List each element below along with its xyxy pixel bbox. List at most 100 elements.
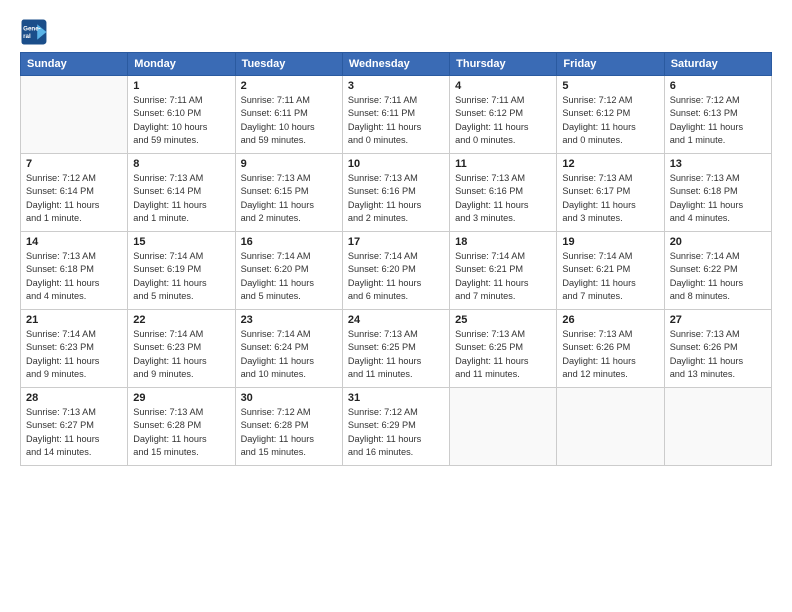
- day-info: Sunrise: 7:11 AMSunset: 6:11 PMDaylight:…: [241, 94, 337, 147]
- calendar-cell: 7 Sunrise: 7:12 AMSunset: 6:14 PMDaylight…: [21, 154, 128, 232]
- day-info: Sunrise: 7:13 AMSunset: 6:26 PMDaylight:…: [562, 328, 658, 381]
- day-info: Sunrise: 7:13 AMSunset: 6:28 PMDaylight:…: [133, 406, 229, 459]
- calendar-cell: 28 Sunrise: 7:13 AMSunset: 6:27 PMDayligh…: [21, 388, 128, 466]
- header: Gene- ral: [20, 18, 772, 46]
- day-number: 8: [133, 158, 229, 170]
- day-number: 24: [348, 314, 444, 326]
- calendar-week-row: 28 Sunrise: 7:13 AMSunset: 6:27 PMDayligh…: [21, 388, 772, 466]
- calendar-header-row: SundayMondayTuesdayWednesdayThursdayFrid…: [21, 53, 772, 76]
- day-info: Sunrise: 7:11 AMSunset: 6:12 PMDaylight:…: [455, 94, 551, 147]
- day-info: Sunrise: 7:13 AMSunset: 6:17 PMDaylight:…: [562, 172, 658, 225]
- calendar-header-saturday: Saturday: [664, 53, 771, 76]
- calendar-cell: 3 Sunrise: 7:11 AMSunset: 6:11 PMDaylight…: [342, 76, 449, 154]
- svg-text:Gene-: Gene-: [23, 25, 41, 32]
- page: Gene- ral SundayMondayTuesdayWednesdayTh…: [0, 0, 792, 612]
- day-number: 23: [241, 314, 337, 326]
- day-number: 16: [241, 236, 337, 248]
- day-number: 5: [562, 80, 658, 92]
- day-info: Sunrise: 7:13 AMSunset: 6:18 PMDaylight:…: [26, 250, 122, 303]
- calendar-cell: [21, 76, 128, 154]
- calendar-cell: 14 Sunrise: 7:13 AMSunset: 6:18 PMDayligh…: [21, 232, 128, 310]
- day-info: Sunrise: 7:13 AMSunset: 6:26 PMDaylight:…: [670, 328, 766, 381]
- logo: Gene- ral: [20, 18, 52, 46]
- calendar-cell: 20 Sunrise: 7:14 AMSunset: 6:22 PMDayligh…: [664, 232, 771, 310]
- calendar-cell: 10Sunrise: 7:13 AMSunset: 6:16 PMDayligh…: [342, 154, 449, 232]
- calendar-header-sunday: Sunday: [21, 53, 128, 76]
- day-info: Sunrise: 7:14 AMSunset: 6:19 PMDaylight:…: [133, 250, 229, 303]
- calendar-cell: 19 Sunrise: 7:14 AMSunset: 6:21 PMDayligh…: [557, 232, 664, 310]
- day-number: 2: [241, 80, 337, 92]
- day-info: Sunrise: 7:12 AMSunset: 6:13 PMDaylight:…: [670, 94, 766, 147]
- day-info: Sunrise: 7:14 AMSunset: 6:22 PMDaylight:…: [670, 250, 766, 303]
- day-number: 25: [455, 314, 551, 326]
- day-info: Sunrise: 7:14 AMSunset: 6:20 PMDaylight:…: [348, 250, 444, 303]
- day-number: 28: [26, 392, 122, 404]
- calendar-cell: 26 Sunrise: 7:13 AMSunset: 6:26 PMDayligh…: [557, 310, 664, 388]
- day-info: Sunrise: 7:11 AMSunset: 6:10 PMDaylight:…: [133, 94, 229, 147]
- calendar-cell: 21 Sunrise: 7:14 AMSunset: 6:23 PMDayligh…: [21, 310, 128, 388]
- day-number: 18: [455, 236, 551, 248]
- day-number: 15: [133, 236, 229, 248]
- calendar-header-monday: Monday: [128, 53, 235, 76]
- day-number: 22: [133, 314, 229, 326]
- day-info: Sunrise: 7:12 AMSunset: 6:28 PMDaylight:…: [241, 406, 337, 459]
- day-info: Sunrise: 7:14 AMSunset: 6:20 PMDaylight:…: [241, 250, 337, 303]
- calendar-week-row: 7 Sunrise: 7:12 AMSunset: 6:14 PMDaylight…: [21, 154, 772, 232]
- day-info: Sunrise: 7:13 AMSunset: 6:15 PMDaylight:…: [241, 172, 337, 225]
- day-info: Sunrise: 7:14 AMSunset: 6:24 PMDaylight:…: [241, 328, 337, 381]
- calendar-header-tuesday: Tuesday: [235, 53, 342, 76]
- day-number: 20: [670, 236, 766, 248]
- day-number: 30: [241, 392, 337, 404]
- calendar-cell: 17Sunrise: 7:14 AMSunset: 6:20 PMDayligh…: [342, 232, 449, 310]
- day-info: Sunrise: 7:13 AMSunset: 6:27 PMDaylight:…: [26, 406, 122, 459]
- calendar-cell: 24 Sunrise: 7:13 AMSunset: 6:25 PMDayligh…: [342, 310, 449, 388]
- calendar-cell: 23 Sunrise: 7:14 AMSunset: 6:24 PMDayligh…: [235, 310, 342, 388]
- day-number: 26: [562, 314, 658, 326]
- calendar-cell: 5Sunrise: 7:12 AMSunset: 6:12 PMDaylight…: [557, 76, 664, 154]
- svg-text:ral: ral: [23, 33, 31, 40]
- day-number: 3: [348, 80, 444, 92]
- day-number: 21: [26, 314, 122, 326]
- day-number: 12: [562, 158, 658, 170]
- calendar-cell: 1Sunrise: 7:11 AMSunset: 6:10 PMDaylight…: [128, 76, 235, 154]
- day-number: 14: [26, 236, 122, 248]
- day-info: Sunrise: 7:14 AMSunset: 6:21 PMDaylight:…: [562, 250, 658, 303]
- day-number: 19: [562, 236, 658, 248]
- day-number: 31: [348, 392, 444, 404]
- day-number: 6: [670, 80, 766, 92]
- day-info: Sunrise: 7:14 AMSunset: 6:23 PMDaylight:…: [133, 328, 229, 381]
- calendar-week-row: 14 Sunrise: 7:13 AMSunset: 6:18 PMDayligh…: [21, 232, 772, 310]
- day-number: 11: [455, 158, 551, 170]
- calendar-cell: 29 Sunrise: 7:13 AMSunset: 6:28 PMDayligh…: [128, 388, 235, 466]
- day-number: 29: [133, 392, 229, 404]
- calendar-cell: [557, 388, 664, 466]
- day-number: 7: [26, 158, 122, 170]
- day-number: 10: [348, 158, 444, 170]
- day-info: Sunrise: 7:14 AMSunset: 6:23 PMDaylight:…: [26, 328, 122, 381]
- calendar-cell: 13 Sunrise: 7:13 AMSunset: 6:18 PMDayligh…: [664, 154, 771, 232]
- day-number: 4: [455, 80, 551, 92]
- calendar-week-row: 1Sunrise: 7:11 AMSunset: 6:10 PMDaylight…: [21, 76, 772, 154]
- calendar-cell: 27 Sunrise: 7:13 AMSunset: 6:26 PMDayligh…: [664, 310, 771, 388]
- calendar-cell: 16 Sunrise: 7:14 AMSunset: 6:20 PMDayligh…: [235, 232, 342, 310]
- day-info: Sunrise: 7:12 AMSunset: 6:14 PMDaylight:…: [26, 172, 122, 225]
- calendar-cell: 9Sunrise: 7:13 AMSunset: 6:15 PMDaylight…: [235, 154, 342, 232]
- day-info: Sunrise: 7:13 AMSunset: 6:18 PMDaylight:…: [670, 172, 766, 225]
- day-info: Sunrise: 7:13 AMSunset: 6:25 PMDaylight:…: [455, 328, 551, 381]
- day-info: Sunrise: 7:12 AMSunset: 6:29 PMDaylight:…: [348, 406, 444, 459]
- day-number: 27: [670, 314, 766, 326]
- day-info: Sunrise: 7:11 AMSunset: 6:11 PMDaylight:…: [348, 94, 444, 147]
- calendar-cell: [664, 388, 771, 466]
- calendar-cell: 12 Sunrise: 7:13 AMSunset: 6:17 PMDayligh…: [557, 154, 664, 232]
- day-number: 13: [670, 158, 766, 170]
- calendar-cell: [450, 388, 557, 466]
- calendar-cell: 18 Sunrise: 7:14 AMSunset: 6:21 PMDayligh…: [450, 232, 557, 310]
- day-info: Sunrise: 7:13 AMSunset: 6:25 PMDaylight:…: [348, 328, 444, 381]
- calendar-table: SundayMondayTuesdayWednesdayThursdayFrid…: [20, 52, 772, 466]
- calendar-header-wednesday: Wednesday: [342, 53, 449, 76]
- calendar-cell: 31 Sunrise: 7:12 AMSunset: 6:29 PMDayligh…: [342, 388, 449, 466]
- day-info: Sunrise: 7:13 AMSunset: 6:16 PMDaylight:…: [455, 172, 551, 225]
- calendar-cell: 25 Sunrise: 7:13 AMSunset: 6:25 PMDayligh…: [450, 310, 557, 388]
- calendar-cell: 30 Sunrise: 7:12 AMSunset: 6:28 PMDayligh…: [235, 388, 342, 466]
- day-info: Sunrise: 7:14 AMSunset: 6:21 PMDaylight:…: [455, 250, 551, 303]
